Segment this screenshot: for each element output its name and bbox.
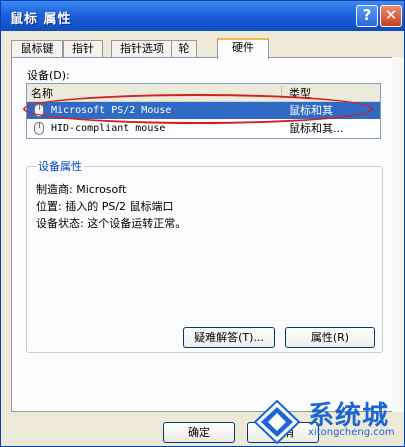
mouse-icon bbox=[34, 122, 44, 135]
tab-pointer-options[interactable]: 指针选项 bbox=[111, 40, 173, 58]
tab-pointers[interactable]: 指针 bbox=[63, 40, 103, 58]
tab-hardware[interactable]: 硬件 bbox=[217, 38, 269, 59]
help-button[interactable]: ? bbox=[356, 5, 378, 27]
watermark-logo-icon bbox=[253, 399, 301, 445]
device-type: 鼠标和其... bbox=[289, 122, 344, 135]
manufacturer-text: 制造商: Microsoft bbox=[36, 183, 127, 196]
location-text: 位置: 插入的 PS/2 鼠标端口 bbox=[36, 200, 174, 213]
mouse-properties-window: 鼠标 属性 ? ✕ 鼠标键 指针 指针选项 轮 硬件 设备(D): 名称 类型 … bbox=[0, 0, 405, 447]
column-name-header[interactable]: 名称 bbox=[31, 85, 53, 101]
scrollbar[interactable] bbox=[392, 57, 404, 412]
group-title: 设备属性 bbox=[36, 158, 84, 174]
tab-buttons[interactable]: 鼠标键 bbox=[11, 40, 63, 58]
watermark-url: xitongcheng.com bbox=[308, 427, 395, 438]
properties-button[interactable]: 属性(R) bbox=[285, 327, 375, 348]
window-title: 鼠标 属性 bbox=[10, 12, 72, 27]
devices-label: 设备(D): bbox=[27, 69, 70, 82]
troubleshoot-button[interactable]: 疑难解答(T)... bbox=[183, 327, 275, 348]
close-button[interactable]: ✕ bbox=[380, 5, 402, 27]
tab-wheel[interactable]: 轮 bbox=[171, 40, 197, 58]
ok-button[interactable]: 确定 bbox=[163, 422, 235, 443]
highlight-oval bbox=[23, 94, 373, 124]
title-bar[interactable]: 鼠标 属性 ? ✕ bbox=[1, 1, 404, 31]
status-text: 设备状态: 这个设备运转正常。 bbox=[36, 217, 187, 230]
watermark: 系统城 xitongcheng.com bbox=[250, 395, 405, 447]
